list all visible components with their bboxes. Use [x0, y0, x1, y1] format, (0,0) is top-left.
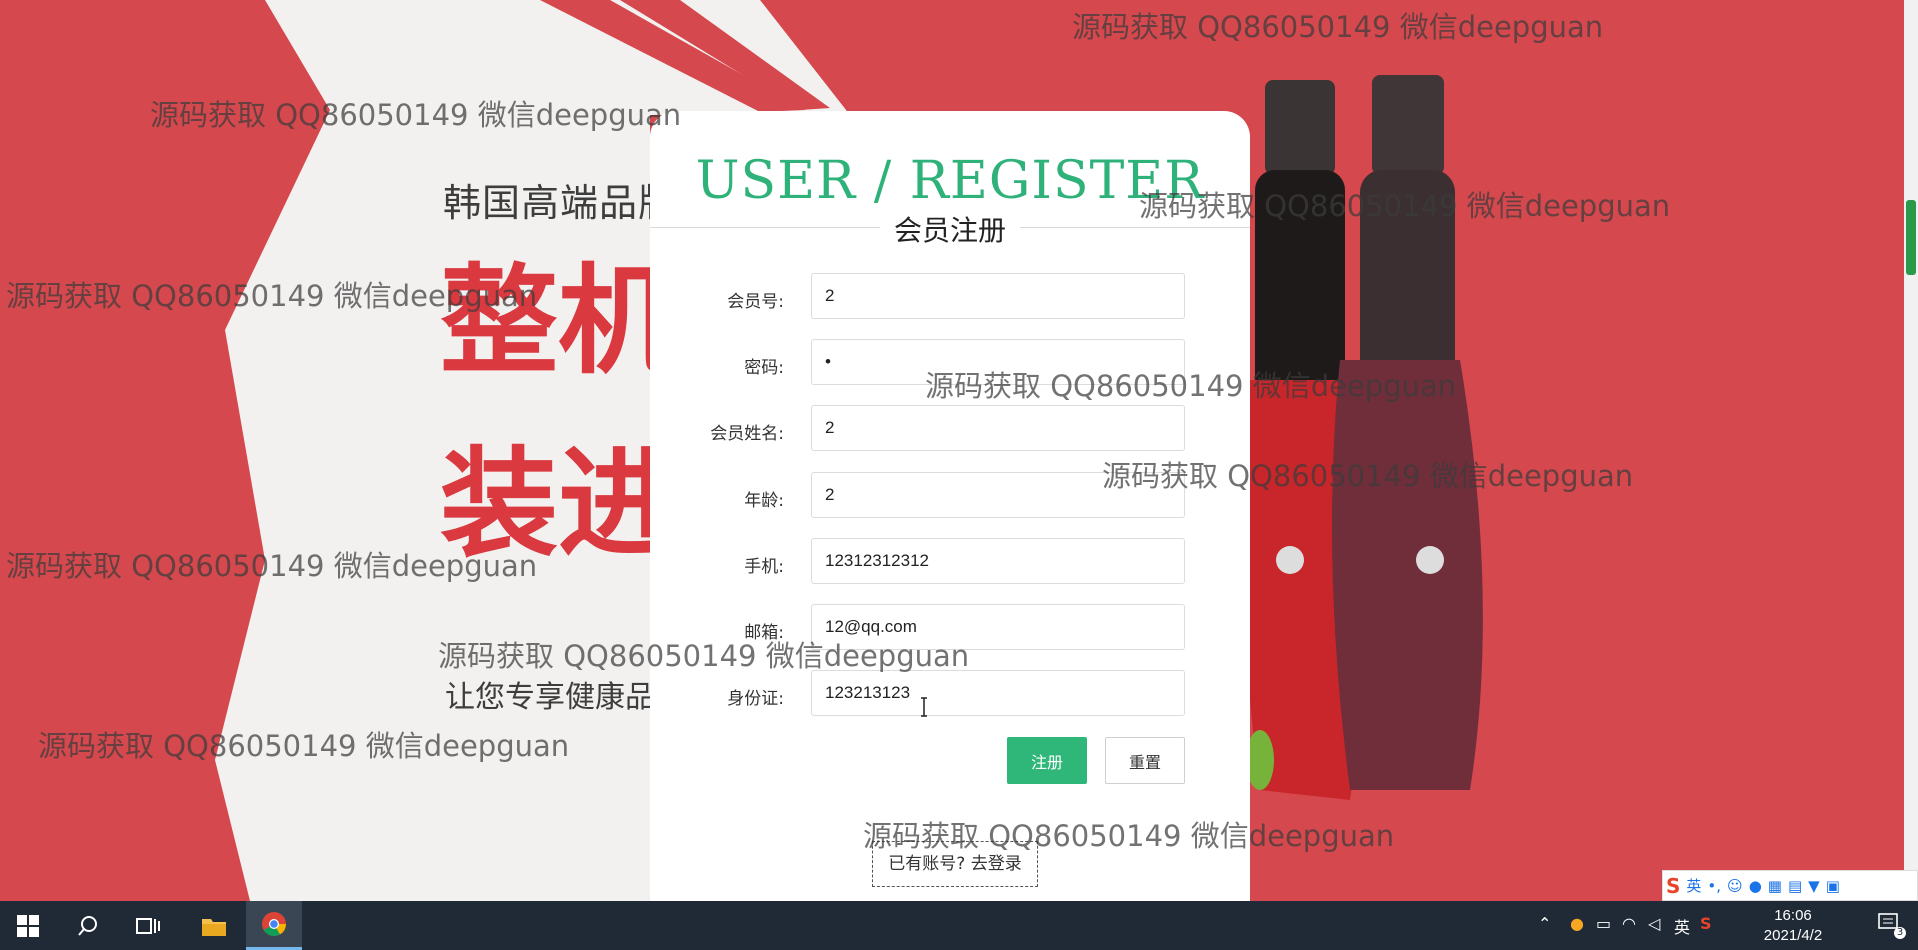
watermark-text: 源码获取 QQ86050149 微信deepguan — [925, 369, 1457, 403]
folder-icon — [202, 918, 226, 936]
tray-expand-icon[interactable]: ⌃ — [1538, 914, 1551, 933]
microphone-icon[interactable]: ● — [1749, 877, 1762, 895]
ime-language-toggle[interactable]: 英 — [1686, 875, 1701, 896]
id-card-input[interactable] — [811, 670, 1185, 716]
field-member-name: 会员姓名: — [650, 405, 1250, 453]
chrome-taskbar-button[interactable] — [246, 901, 302, 950]
search-icon — [78, 915, 97, 936]
punctuation-icon[interactable]: •, — [1707, 877, 1721, 895]
register-panel: USER / REGISTER 会员注册 会员号: 密码: 会员姓名: 年龄: … — [650, 111, 1250, 901]
watermark-text: 源码获取 QQ86050149 微信deepguan — [38, 729, 570, 763]
watermark-text: 源码获取 QQ86050149 微信deepguan — [1072, 10, 1604, 44]
windows-start-button[interactable] — [0, 901, 56, 950]
member-name-label: 会员姓名: — [710, 424, 784, 444]
reset-button[interactable]: 重置 — [1105, 737, 1185, 784]
watermark-text: 源码获取 QQ86050149 微信deepguan — [1139, 189, 1671, 223]
watermark-text: 源码获取 QQ86050149 微信deepguan — [438, 639, 970, 673]
watermark-text: 源码获取 QQ86050149 微信deepguan — [6, 549, 538, 583]
sogou-logo-icon: S — [1666, 873, 1681, 898]
toolbox-icon[interactable]: ▤ — [1788, 877, 1802, 895]
phone-input[interactable] — [811, 538, 1185, 584]
page-subtitle: 会员注册 — [880, 209, 1020, 249]
member-id-label: 会员号: — [727, 292, 784, 312]
keyboard-icon[interactable]: ▦ — [1768, 877, 1782, 895]
field-phone: 手机: — [650, 538, 1250, 586]
file-explorer-button[interactable] — [186, 901, 242, 950]
clock-time: 16:06 — [1774, 907, 1812, 924]
clock-date: 2021/4/2 — [1763, 927, 1823, 944]
watermark-text: 源码获取 QQ86050149 微信deepguan — [863, 819, 1395, 853]
search-button[interactable] — [60, 901, 116, 950]
action-center-button[interactable]: 3 — [1878, 913, 1906, 939]
watermark-text: 源码获取 QQ86050149 微信deepguan — [150, 98, 682, 132]
windows-logo-icon — [17, 914, 39, 937]
text-cursor-icon — [921, 697, 927, 717]
page-scrollbar[interactable] — [1904, 0, 1918, 901]
watermark-text: 源码获取 QQ86050149 微信deepguan — [1102, 459, 1634, 493]
volume-icon[interactable]: ◁ — [1648, 914, 1660, 933]
emoji-icon[interactable]: ☺ — [1727, 877, 1743, 895]
age-label: 年龄: — [744, 491, 784, 511]
task-view-button[interactable] — [120, 901, 176, 950]
skin-icon[interactable]: ▼ — [1808, 877, 1820, 895]
sogou-tray-icon[interactable]: S — [1700, 914, 1712, 933]
field-id-card: 身份证: — [650, 670, 1250, 718]
register-button[interactable]: 注册 — [1007, 737, 1087, 784]
notification-count-badge: 3 — [1894, 927, 1906, 939]
scrollbar-thumb[interactable] — [1906, 200, 1916, 275]
qq-icon[interactable]: ● — [1570, 914, 1584, 933]
battery-icon[interactable]: ▭ — [1596, 914, 1611, 933]
task-view-icon — [136, 917, 160, 934]
wifi-icon[interactable]: ◠ — [1622, 914, 1636, 933]
member-id-input[interactable] — [811, 273, 1185, 319]
password-label: 密码: — [744, 358, 784, 378]
id-card-label: 身份证: — [727, 689, 784, 709]
menu-grid-icon[interactable]: ▣ — [1826, 877, 1840, 895]
system-clock[interactable]: 16:06 2021/4/2 — [1748, 906, 1838, 946]
ime-toolbar[interactable]: S 英 •, ☺ ● ▦ ▤ ▼ ▣ — [1662, 870, 1918, 901]
chrome-icon — [262, 912, 286, 937]
system-tray: ⌃ ● ▭ ◠ ◁ 英 S 16:06 2021/4/2 3 — [1538, 901, 1918, 950]
phone-label: 手机: — [744, 557, 784, 577]
watermark-text: 源码获取 QQ86050149 微信deepguan — [6, 279, 538, 313]
field-member-id: 会员号: — [650, 273, 1250, 321]
windows-taskbar: ⌃ ● ▭ ◠ ◁ 英 S 16:06 2021/4/2 3 — [0, 901, 1918, 950]
member-name-input[interactable] — [811, 405, 1185, 451]
input-language-indicator[interactable]: 英 — [1674, 914, 1690, 938]
brand-slogan: 韩国高端品牌 — [443, 181, 678, 225]
